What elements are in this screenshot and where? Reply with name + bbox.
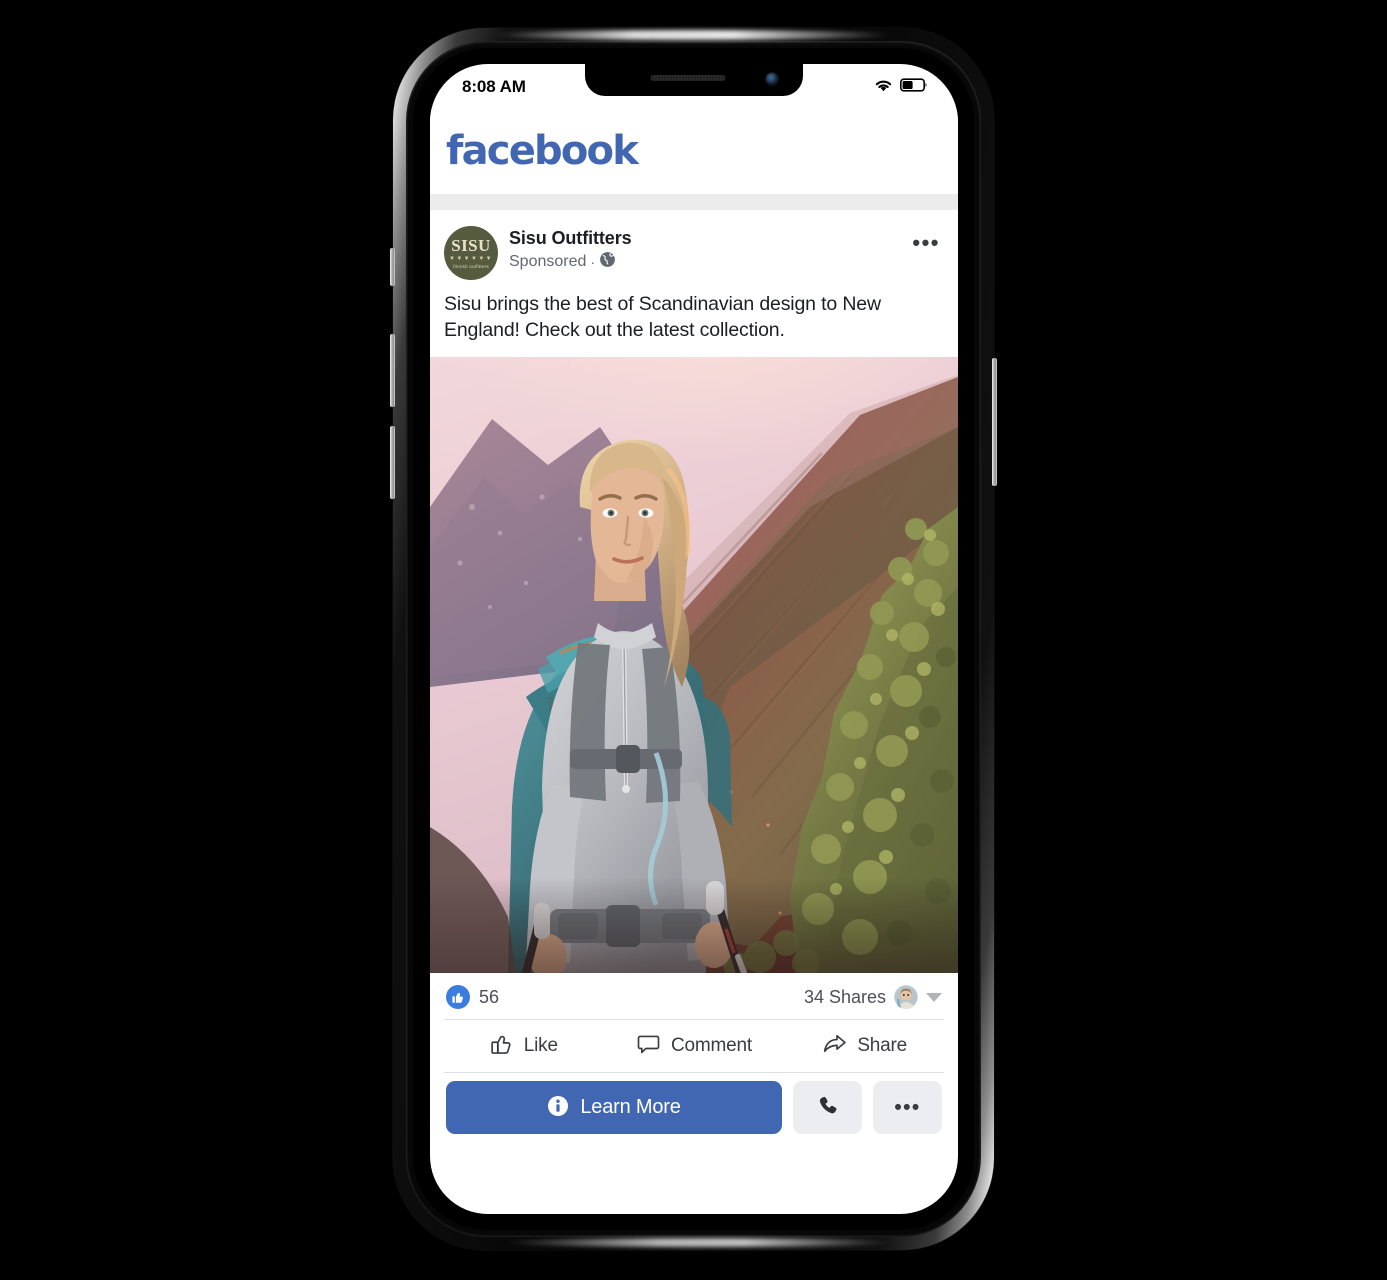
status-time: 8:08 AM — [462, 77, 526, 96]
post-overflow-menu-button[interactable]: ••• — [912, 226, 940, 254]
share-arrow-icon — [822, 1031, 847, 1061]
post-image[interactable] — [430, 357, 958, 974]
display-notch — [585, 64, 803, 96]
battery-icon — [900, 77, 928, 97]
frame-highlight-top — [493, 30, 893, 40]
speaker-grille-icon — [650, 75, 726, 81]
comment-bubble-icon — [636, 1031, 661, 1061]
share-button-label: Share — [857, 1035, 908, 1057]
like-button-label: Like — [523, 1035, 558, 1057]
volume-up-button[interactable] — [390, 334, 395, 407]
post-action-row: Like Comment Share — [430, 1020, 958, 1072]
caret-down-icon[interactable] — [926, 992, 942, 1002]
status-indicators — [874, 77, 928, 97]
learn-more-button[interactable]: Learn More — [446, 1081, 782, 1135]
reactions-group[interactable]: 56 — [446, 985, 500, 1010]
power-button[interactable] — [992, 358, 997, 486]
front-camera-icon — [766, 73, 778, 85]
like-button[interactable]: Like — [438, 1031, 609, 1061]
comment-button[interactable]: Comment — [609, 1031, 780, 1061]
like-count: 56 — [479, 986, 500, 1007]
call-button[interactable] — [793, 1081, 862, 1135]
learn-more-label: Learn More — [580, 1096, 681, 1119]
share-button[interactable]: Share — [779, 1031, 950, 1061]
info-circle-icon — [547, 1095, 569, 1120]
sharer-avatar[interactable] — [894, 985, 918, 1010]
phone-device: 8:08 AM facebook SISU ▼▼▼▼▼▼ finnish out… — [390, 28, 997, 1250]
facebook-wordmark[interactable]: facebook — [446, 131, 639, 171]
feed-separator-band — [430, 194, 958, 210]
cta-row: Learn More ••• — [430, 1073, 958, 1135]
wifi-icon — [874, 78, 893, 97]
more-options-button[interactable]: ••• — [873, 1081, 942, 1135]
phone-handset-icon — [816, 1094, 840, 1121]
post-header: SISU ▼▼▼▼▼▼ finnish outfitters Sisu Outf… — [430, 210, 958, 280]
sponsored-label[interactable]: Sponsored — [509, 252, 586, 273]
post-header-text: Sisu Outfitters Sponsored · — [509, 226, 912, 273]
thumbs-up-filled-icon — [446, 985, 470, 1010]
avatar-brand-tagline: finnish outfitters — [453, 263, 489, 269]
shares-group[interactable]: 34 Shares — [803, 985, 942, 1010]
volume-down-button[interactable] — [390, 426, 395, 499]
facebook-header: facebook — [430, 108, 958, 194]
comment-button-label: Comment — [671, 1035, 752, 1057]
avatar-brand-word: SISU — [451, 235, 491, 255]
shares-count: 34 Shares — [803, 986, 886, 1007]
more-options-label: ••• — [894, 1096, 921, 1120]
silence-switch-button[interactable] — [390, 248, 395, 286]
engagement-counts-row: 56 34 Shares — [430, 973, 958, 1019]
thumbs-up-outline-icon — [489, 1031, 514, 1061]
globe-icon — [599, 251, 616, 273]
frame-highlight-bottom — [503, 1238, 893, 1247]
sponsored-post: SISU ▼▼▼▼▼▼ finnish outfitters Sisu Outf… — [430, 210, 958, 1135]
avatar-brand-dots: ▼▼▼▼▼▼ — [448, 255, 494, 262]
page-name[interactable]: Sisu Outfitters — [509, 227, 912, 250]
phone-screen: 8:08 AM facebook SISU ▼▼▼▼▼▼ finnish out… — [430, 64, 958, 1214]
avatar[interactable]: SISU ▼▼▼▼▼▼ finnish outfitters — [444, 226, 498, 280]
post-body-text: Sisu brings the best of Scandinavian des… — [444, 293, 881, 341]
post-meta-row: Sponsored · — [509, 251, 912, 273]
meta-separator-dot: · — [590, 254, 596, 271]
